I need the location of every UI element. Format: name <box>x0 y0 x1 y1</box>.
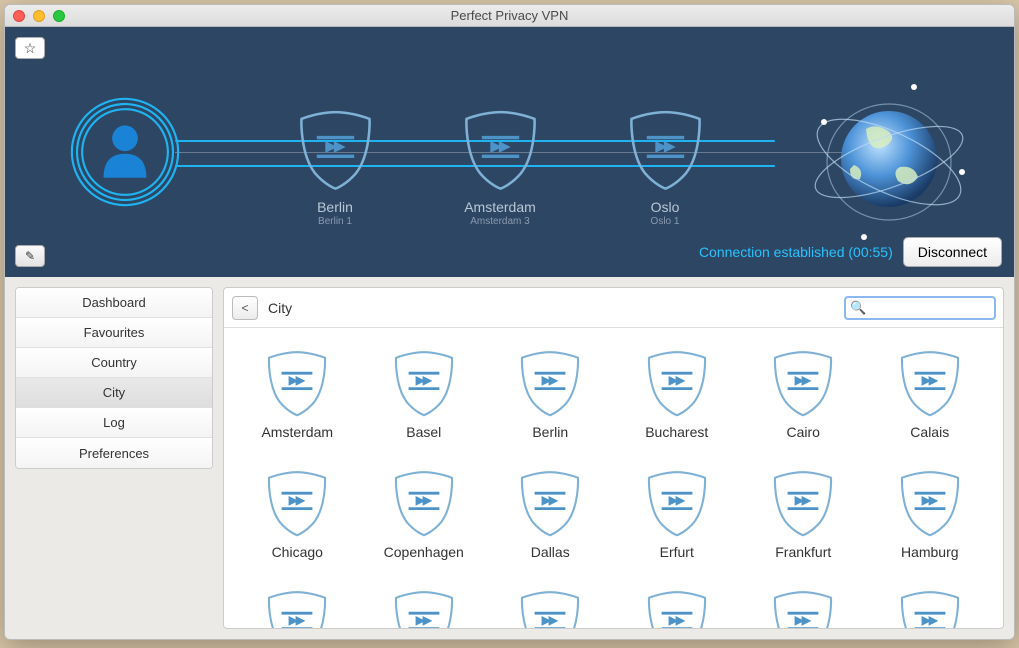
city-erfurt[interactable]: Erfurt <box>618 468 737 580</box>
city-hamburg[interactable]: Hamburg <box>871 468 990 580</box>
back-button[interactable]: < <box>232 296 258 320</box>
city-label: Dallas <box>531 544 570 560</box>
sidebar-item-label: City <box>103 385 125 400</box>
hop-name: Berlin <box>290 199 380 215</box>
city-label: Chicago <box>272 544 323 560</box>
city-manchester[interactable]: Manchester <box>618 588 737 628</box>
hop-1[interactable]: Berlin Berlin 1 <box>290 107 380 227</box>
breadcrumb: City <box>268 300 292 316</box>
window-title: Perfect Privacy VPN <box>5 8 1014 23</box>
hop-3[interactable]: Oslo Oslo 1 <box>620 107 710 227</box>
sidebar-item-label: Country <box>91 355 137 370</box>
sidebar-item-city[interactable]: City <box>16 378 212 408</box>
city-label: Basel <box>406 424 441 440</box>
sidebar-item-dashboard[interactable]: Dashboard <box>16 288 212 318</box>
shield-icon <box>642 468 712 538</box>
shield-icon <box>389 348 459 418</box>
shield-icon <box>515 348 585 418</box>
shield-icon <box>262 588 332 628</box>
shield-icon <box>642 588 712 628</box>
connection-status: Connection established (00:55) <box>699 244 893 260</box>
city-dallas[interactable]: Dallas <box>491 468 610 580</box>
city-milan[interactable]: Milan <box>744 588 863 628</box>
city-montreal[interactable]: Montreal <box>871 588 990 628</box>
city-label: Calais <box>910 424 949 440</box>
shield-icon <box>293 107 378 192</box>
sidebar-item-preferences[interactable]: Preferences <box>16 438 212 468</box>
shield-icon <box>262 468 332 538</box>
user-icon <box>65 92 185 212</box>
sidebar-item-label: Favourites <box>84 325 145 340</box>
shield-icon <box>768 348 838 418</box>
main-header: < City 🔍 <box>224 288 1003 328</box>
city-basel[interactable]: Basel <box>365 348 484 460</box>
city-madrid[interactable]: Madrid <box>491 588 610 628</box>
city-label: Copenhagen <box>384 544 464 560</box>
city-chicago[interactable]: Chicago <box>238 468 357 580</box>
sidebar-item-label: Dashboard <box>82 295 146 310</box>
city-label: Erfurt <box>660 544 694 560</box>
shield-icon <box>389 468 459 538</box>
shield-icon <box>768 468 838 538</box>
hop-2[interactable]: Amsterdam Amsterdam 3 <box>455 107 545 227</box>
status-row: Connection established (00:55) Disconnec… <box>699 237 1002 267</box>
route-diagram: Berlin Berlin 1 Amsterdam Amsterdam 3 Os… <box>55 57 984 257</box>
city-london[interactable]: London <box>365 588 484 628</box>
favourite-button[interactable]: ☆ <box>15 37 45 59</box>
shield-icon <box>642 348 712 418</box>
clear-route-button[interactable]: ✎ <box>15 245 45 267</box>
globe-icon <box>804 77 974 247</box>
shield-icon <box>895 468 965 538</box>
sidebar-item-favourites[interactable]: Favourites <box>16 318 212 348</box>
body: Dashboard Favourites Country City Log Prefere… <box>5 277 1014 639</box>
hop-server: Oslo 1 <box>620 216 710 227</box>
connection-hero: ☆ ✎ Berlin Berlin 1 <box>5 27 1014 277</box>
sidebar-item-label: Log <box>103 415 125 430</box>
titlebar: Perfect Privacy VPN <box>5 5 1014 27</box>
shield-icon <box>515 468 585 538</box>
shield-icon <box>389 588 459 628</box>
hop-server: Amsterdam 3 <box>455 216 545 227</box>
hop-server: Berlin 1 <box>290 216 380 227</box>
disconnect-button[interactable]: Disconnect <box>903 237 1002 267</box>
city-label: Amsterdam <box>261 424 333 440</box>
sidebar: Dashboard Favourites Country City Log Prefere… <box>15 287 213 469</box>
city-label: Cairo <box>787 424 820 440</box>
city-istanbul[interactable]: Istanbul <box>238 588 357 628</box>
city-berlin[interactable]: Berlin <box>491 348 610 460</box>
shield-icon <box>768 588 838 628</box>
sidebar-item-log[interactable]: Log <box>16 408 212 438</box>
shield-icon <box>895 348 965 418</box>
city-copenhagen[interactable]: Copenhagen <box>365 468 484 580</box>
city-label: Bucharest <box>645 424 708 440</box>
city-grid: Amsterdam Basel Berlin Bucharest Cairo Calais… <box>224 328 1003 628</box>
shield-icon <box>623 107 708 192</box>
hop-name: Amsterdam <box>455 199 545 215</box>
search-icon: 🔍 <box>850 300 866 316</box>
shield-icon <box>895 588 965 628</box>
city-label: Hamburg <box>901 544 959 560</box>
city-calais[interactable]: Calais <box>871 348 990 460</box>
hop-name: Oslo <box>620 199 710 215</box>
shield-icon <box>515 588 585 628</box>
app-window: Perfect Privacy VPN ☆ ✎ Berlin Berlin <box>4 4 1015 640</box>
shield-icon <box>458 107 543 192</box>
city-amsterdam[interactable]: Amsterdam <box>238 348 357 460</box>
city-label: Berlin <box>532 424 568 440</box>
shield-icon <box>262 348 332 418</box>
city-label: Frankfurt <box>775 544 831 560</box>
city-frankfurt[interactable]: Frankfurt <box>744 468 863 580</box>
search-wrap: 🔍 <box>845 297 995 319</box>
city-bucharest[interactable]: Bucharest <box>618 348 737 460</box>
main-panel: < City 🔍 Amsterdam Basel Berlin Bucharest Ca… <box>223 287 1004 629</box>
sidebar-item-country[interactable]: Country <box>16 348 212 378</box>
city-cairo[interactable]: Cairo <box>744 348 863 460</box>
sidebar-item-label: Preferences <box>79 446 149 461</box>
search-input[interactable] <box>845 297 995 319</box>
